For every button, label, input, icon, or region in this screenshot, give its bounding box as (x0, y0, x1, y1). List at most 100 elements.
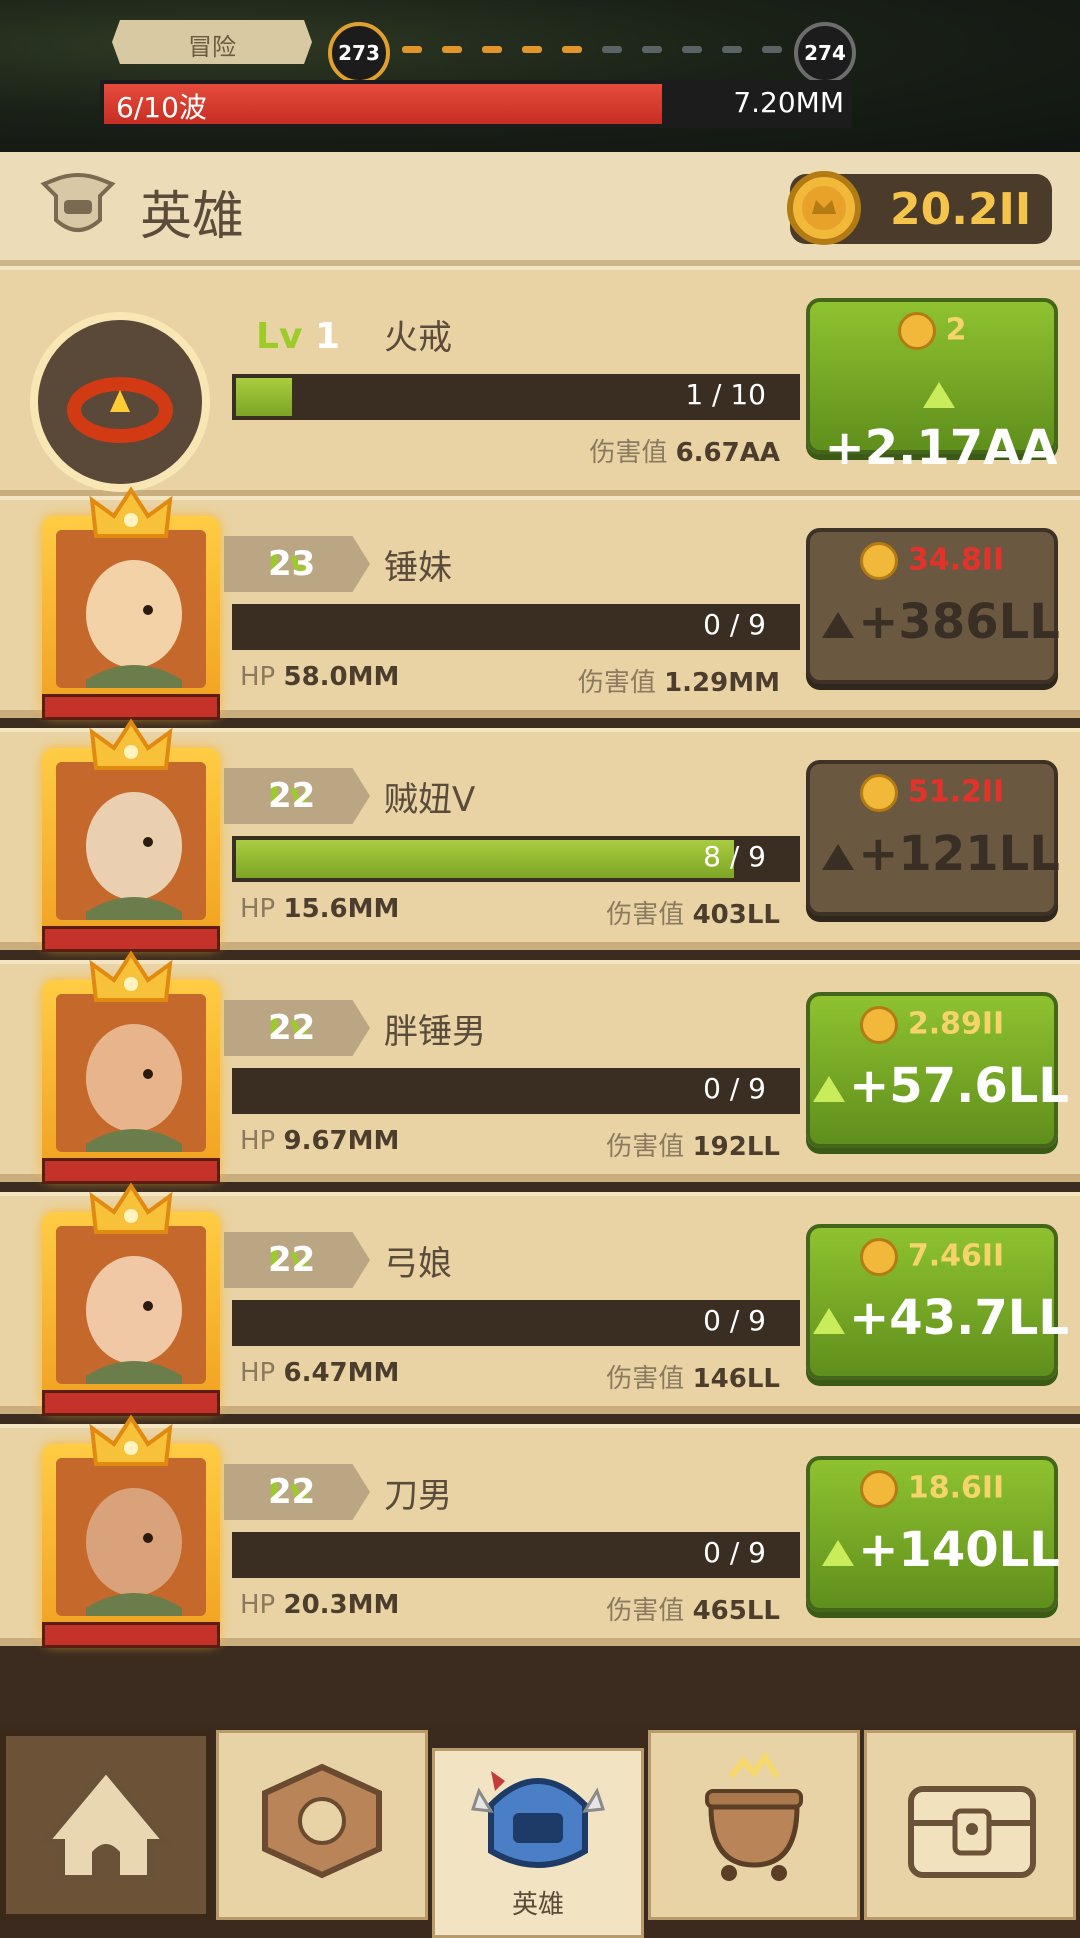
hero-portrait[interactable] (42, 950, 220, 1184)
hero-portrait[interactable] (42, 1182, 220, 1416)
level-progress-bar: 1 / 10 (232, 374, 800, 420)
hero-name: 火戒 (384, 318, 452, 358)
level-progress-text: 0 / 9 (703, 1536, 766, 1569)
level-tag: Lv 22 (224, 768, 370, 824)
hero-row: Lv 23 锤妹 0 / 9 HP 58.0MM 伤害值 1.29MM 34.8I… (0, 486, 1080, 720)
wave-hp-value: 7.20MM (733, 86, 844, 119)
crown-icon (89, 1414, 173, 1466)
stage-dash (482, 46, 502, 53)
coin-icon (859, 774, 898, 812)
hero-avatar (56, 994, 206, 1152)
coin-icon (897, 312, 936, 350)
hero-avatar (56, 1458, 206, 1616)
gold-coin-icon (787, 171, 861, 245)
helmet-icon (40, 173, 116, 232)
upgrade-gain: +43.7LL (810, 1290, 1072, 1346)
hero-hp-bar (42, 926, 220, 952)
hero-header: 英雄 20.2II (0, 152, 1080, 266)
treasure-chest-icon (908, 1786, 1036, 1878)
hero-damage: 伤害值 146LL (606, 1364, 780, 1394)
hero-row: Lv 22 刀男 0 / 9 HP 20.3MM 伤害值 465LL 18.6II… (0, 1414, 1080, 1648)
tab-shield[interactable] (216, 1730, 428, 1920)
coin-icon (859, 1470, 898, 1508)
hero-damage: 伤害值 192LL (606, 1132, 780, 1162)
fire-ring-icon[interactable] (30, 312, 210, 492)
upgrade-button[interactable]: 51.2II +121LL (806, 760, 1060, 916)
stage-dash (682, 46, 702, 53)
level-progress-bar: 0 / 9 (232, 1068, 800, 1114)
up-arrow-icon (822, 844, 855, 870)
hero-list[interactable]: Lv 1 火戒 1 / 10 伤害值 6.67AA 2 +2.17AA Lv 2… (0, 266, 1080, 1726)
upgrade-gain: +386LL (810, 594, 1072, 650)
hero-hp: HP 15.6MM (240, 894, 400, 924)
tab-cauldron[interactable] (648, 1730, 860, 1920)
stage-dash (762, 46, 782, 53)
artifact-row: Lv 1 火戒 1 / 10 伤害值 6.67AA 2 +2.17AA (0, 266, 1080, 498)
next-stage-node: 274 (794, 22, 856, 84)
level-progress-bar: 0 / 9 (232, 604, 800, 650)
level-progress-text: 0 / 9 (703, 1304, 766, 1337)
level-tag: Lv 23 (224, 536, 370, 592)
level-progress-bar: 0 / 9 (232, 1300, 800, 1346)
hero-hp: HP 6.47MM (240, 1358, 400, 1388)
hero-hp: HP 58.0MM (240, 662, 400, 692)
page-title: 英雄 (140, 187, 245, 247)
level-label: Lv 1 (256, 316, 341, 357)
upgrade-cost: 34.8II (810, 542, 1054, 580)
tab-heroes[interactable]: 英雄 (432, 1748, 644, 1938)
hero-damage: 伤害值 1.29MM (577, 668, 780, 698)
hero-row: Lv 22 弓娘 0 / 9 HP 6.47MM 伤害值 146LL 7.46II… (0, 1182, 1080, 1416)
upgrade-gain: +140LL (810, 1522, 1072, 1578)
coin-icon (859, 542, 898, 580)
upgrade-gain: +121LL (810, 826, 1072, 882)
tab-camp[interactable] (0, 1730, 212, 1920)
level-progress-bar: 0 / 9 (232, 1532, 800, 1578)
hero-avatar (56, 530, 206, 688)
upgrade-button[interactable]: 2 +2.17AA (806, 298, 1058, 476)
stage-dash (562, 46, 582, 53)
stage-bar: 冒险 273 274 6/10波 7.20MM (0, 0, 1080, 152)
up-arrow-icon (822, 1540, 855, 1566)
hero-name: 弓娘 (384, 1244, 452, 1284)
wave-count: 6/10波 (116, 91, 207, 124)
stage-dash (642, 46, 662, 53)
stage-dash (442, 46, 462, 53)
upgrade-button[interactable]: 18.6II +140LL (806, 1456, 1060, 1612)
hero-hp-bar (42, 1158, 220, 1184)
bottom-nav: 英雄 (0, 1726, 1080, 1938)
hero-damage: 伤害值 465LL (606, 1596, 780, 1626)
mode-tag[interactable]: 冒险 (112, 20, 312, 64)
hero-name: 锤妹 (384, 548, 452, 588)
hero-name: 贼妞V (384, 780, 476, 820)
hero-portrait[interactable] (42, 718, 220, 952)
hero-name: 刀男 (384, 1476, 452, 1516)
hero-hp-bar (42, 1390, 220, 1416)
hero-helmet-icon (470, 1771, 606, 1868)
coin-icon (859, 1006, 898, 1044)
cauldron-icon (705, 1751, 803, 1881)
stage-dash (402, 46, 422, 53)
hero-portrait[interactable] (42, 486, 220, 720)
upgrade-cost: 18.6II (810, 1470, 1054, 1508)
hero-damage: 伤害值 6.67AA (589, 438, 780, 468)
current-stage-node: 273 (328, 22, 390, 84)
up-arrow-icon (813, 1308, 846, 1334)
tab-chest[interactable] (864, 1730, 1076, 1920)
hero-hp: HP 20.3MM (240, 1590, 400, 1620)
camp-tent-icon (39, 1765, 173, 1881)
crown-icon (89, 1182, 173, 1234)
upgrade-button[interactable]: 34.8II +386LL (806, 528, 1060, 684)
coin-icon (859, 1238, 898, 1276)
hero-portrait[interactable] (42, 1414, 220, 1648)
level-progress-text: 1 / 10 (685, 378, 766, 411)
upgrade-button[interactable]: 7.46II +43.7LL (806, 1224, 1069, 1380)
upgrade-button[interactable]: 2.89II +57.6LL (806, 992, 1069, 1148)
level-progress-fill (236, 378, 292, 416)
wood-shield-icon (262, 1763, 382, 1879)
level-progress-fill (236, 840, 735, 878)
hero-name: 胖锤男 (384, 1012, 486, 1052)
wave-hp-bar: 6/10波 7.20MM (100, 80, 852, 128)
level-tag: Lv 22 (224, 1232, 370, 1288)
up-arrow-icon (822, 612, 855, 638)
crown-icon (89, 718, 173, 770)
